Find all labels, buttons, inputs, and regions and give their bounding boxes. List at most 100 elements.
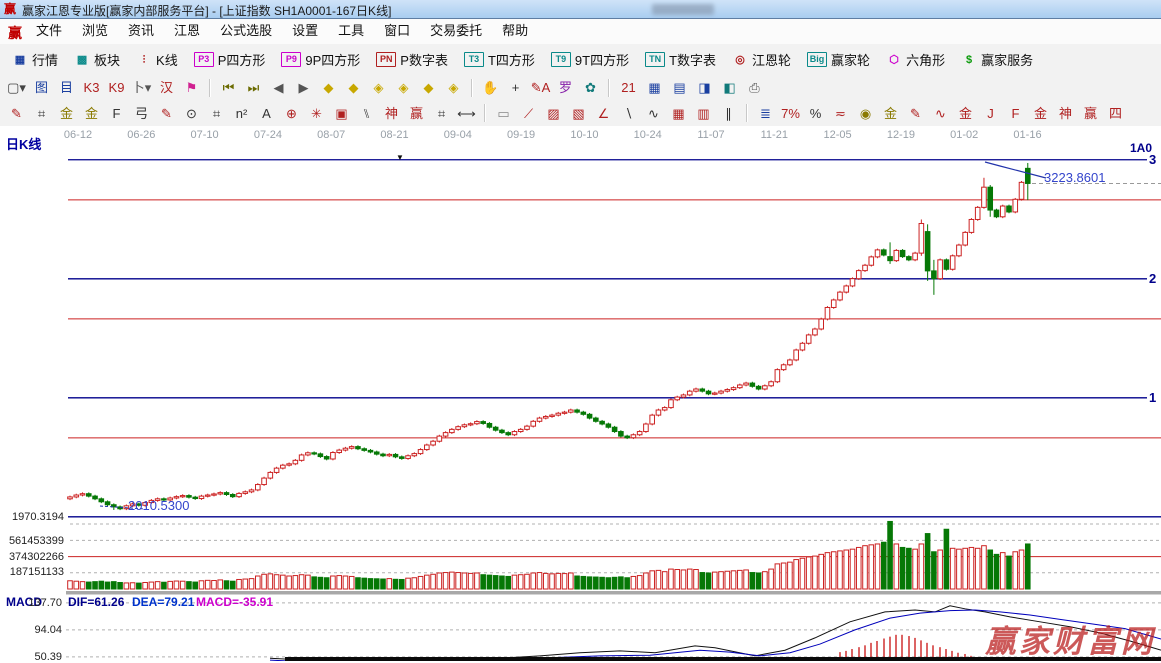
- tool-f-grid-icon[interactable]: F: [105, 103, 128, 124]
- gann-diamond-left-icon[interactable]: ◆: [317, 77, 340, 98]
- menu-item-设置[interactable]: 设置: [282, 19, 328, 43]
- next-page-icon[interactable]: ▶: [292, 77, 315, 98]
- t-number-table-button[interactable]: TNT数字表: [637, 47, 724, 72]
- tool-shen-angle-icon[interactable]: 神: [1054, 103, 1077, 124]
- prev-page-icon[interactable]: ◀: [267, 77, 290, 98]
- tool-gold-circle-icon[interactable]: ◉: [854, 103, 877, 124]
- tool-123-grid-icon[interactable]: ⌗: [430, 103, 453, 124]
- tool-text-icon[interactable]: A: [255, 103, 278, 124]
- tool-grid-icon[interactable]: ⌗: [30, 103, 53, 124]
- menu-item-江恩[interactable]: 江恩: [164, 19, 210, 43]
- tool-ying-grid-icon[interactable]: 赢: [405, 103, 428, 124]
- tool-gridbox2-icon[interactable]: ▥: [692, 103, 715, 124]
- kline-3-icon[interactable]: K3: [80, 77, 103, 98]
- calendar-icon[interactable]: 21: [616, 77, 641, 98]
- calculator-icon[interactable]: ▦: [643, 77, 666, 98]
- tool-gold-line-icon[interactable]: 金: [879, 103, 902, 124]
- tool-j-angle-icon[interactable]: J: [979, 103, 1002, 124]
- tool-pencil-ruler-icon[interactable]: ✎: [155, 103, 178, 124]
- volume-bar: [362, 578, 367, 589]
- gann-diamond-plus-icon[interactable]: ◆: [417, 77, 440, 98]
- tool-spiral-icon[interactable]: 弓: [130, 103, 153, 124]
- tool-gold-grid2-icon[interactable]: 金: [80, 103, 103, 124]
- gann-diamond-horizontal-icon[interactable]: ◈: [367, 77, 390, 98]
- kline-9-icon[interactable]: K9: [105, 77, 128, 98]
- tool-fan-box-icon[interactable]: ▨: [542, 103, 565, 124]
- hexagon-button[interactable]: ⬡六角形: [878, 47, 953, 72]
- kline-button[interactable]: ⫶K线: [128, 47, 186, 72]
- tool-circle-cross-icon[interactable]: ⊕: [280, 103, 303, 124]
- tool-rect-icon[interactable]: ▭: [492, 103, 515, 124]
- tool-gold-angle2-icon[interactable]: 金: [1029, 103, 1052, 124]
- menu-item-工具[interactable]: 工具: [328, 19, 374, 43]
- print-icon[interactable]: ⎙: [743, 77, 766, 98]
- tool-line-icon[interactable]: ∖: [617, 103, 640, 124]
- p-square-button[interactable]: P3P四方形: [186, 47, 274, 72]
- p-number-table-button[interactable]: PNP数字表: [368, 47, 456, 72]
- graph-panel-icon[interactable]: 图: [30, 77, 53, 98]
- first-page-icon[interactable]: ⏮: [217, 77, 240, 98]
- smart-analysis-icon[interactable]: ✿: [579, 77, 602, 98]
- tool-hspan-icon[interactable]: ⟷: [455, 103, 478, 124]
- menu-item-浏览[interactable]: 浏览: [72, 19, 118, 43]
- tool-7pct-icon[interactable]: 7%: [779, 103, 802, 124]
- layout-dropdown-icon[interactable]: ▢▾: [5, 77, 28, 98]
- tool-wave-icon[interactable]: ∿: [929, 103, 952, 124]
- tool-four-angle-icon[interactable]: 四: [1104, 103, 1127, 124]
- tool-ruler-icon[interactable]: ⌗: [205, 103, 228, 124]
- tool-n2-grid-icon[interactable]: n²: [230, 103, 253, 124]
- gann-wheel-button[interactable]: ◎江恩轮: [724, 47, 799, 72]
- pointer-text-icon[interactable]: ✎A: [529, 77, 552, 98]
- save-icon[interactable]: ◨: [693, 77, 716, 98]
- menu-item-交易委托[interactable]: 交易委托: [420, 19, 492, 43]
- kline-chart-canvas[interactable]: [0, 126, 1161, 661]
- color-chart-icon[interactable]: ⚑: [180, 77, 203, 98]
- menu-item-帮助[interactable]: 帮助: [492, 19, 538, 43]
- menu-item-公式选股[interactable]: 公式选股: [210, 19, 282, 43]
- quotes-button[interactable]: ▦行情: [4, 47, 66, 72]
- winner-wheel-button[interactable]: Big赢家轮: [799, 47, 878, 72]
- tool-fan-icon[interactable]: ⟋: [517, 103, 540, 124]
- tool-quote-icon[interactable]: ⑊: [355, 103, 378, 124]
- tool-angle-icon[interactable]: ∠: [592, 103, 615, 124]
- tool-gann-circle-icon[interactable]: ⊙: [180, 103, 203, 124]
- sectors-button[interactable]: ▩板块: [66, 47, 128, 72]
- candle-style-dropdown-icon[interactable]: 卜▾: [130, 77, 153, 98]
- tool-gold-angle-icon[interactable]: 金: [954, 103, 977, 124]
- menu-item-资讯[interactable]: 资讯: [118, 19, 164, 43]
- compass-tool-icon[interactable]: 罗: [554, 77, 577, 98]
- tool-column-icon[interactable]: ≣: [754, 103, 777, 124]
- tool-star-circle-icon[interactable]: ✳: [305, 103, 328, 124]
- tool-pencil-candle-icon[interactable]: ✎: [904, 103, 927, 124]
- volume-bar: [569, 573, 574, 589]
- winner-service-button[interactable]: $赢家服务: [953, 47, 1041, 72]
- notebook-icon[interactable]: ▤: [668, 77, 691, 98]
- tool-parallel-icon[interactable]: ∥: [717, 103, 740, 124]
- tool-gridbox-icon[interactable]: ▦: [667, 103, 690, 124]
- gann-diamond-right-icon[interactable]: ◆: [342, 77, 365, 98]
- gann-diamond-star-icon[interactable]: ◈: [442, 77, 465, 98]
- chart-area[interactable]: 日K线 06-1206-2607-1007-2408-0708-2109-040…: [0, 126, 1161, 661]
- ninet-square-button[interactable]: T99T四方形: [543, 47, 637, 72]
- tool-gold-grid-icon[interactable]: 金: [55, 103, 78, 124]
- tool-fan-box2-icon[interactable]: ▧: [567, 103, 590, 124]
- tool-shen-grid-icon[interactable]: 神: [380, 103, 403, 124]
- save-web-icon[interactable]: ◧: [718, 77, 741, 98]
- tool-pencil-icon[interactable]: ✎: [5, 103, 28, 124]
- tool-pct-lines-icon[interactable]: ≂: [829, 103, 852, 124]
- info-doc-icon[interactable]: 目: [55, 77, 78, 98]
- crosshair-icon[interactable]: +: [504, 77, 527, 98]
- ninep-square-button[interactable]: P99P四方形: [273, 47, 368, 72]
- hanzi-tool-icon[interactable]: 汉: [155, 77, 178, 98]
- menu-item-窗口[interactable]: 窗口: [374, 19, 420, 43]
- tool-ying-angle-icon[interactable]: 赢: [1079, 103, 1102, 124]
- gann-diamond-cross-icon[interactable]: ◈: [392, 77, 415, 98]
- tool-square-circle-icon[interactable]: ▣: [330, 103, 353, 124]
- tool-zigzag-icon[interactable]: ∿: [642, 103, 665, 124]
- tool-f-angle-icon[interactable]: F: [1004, 103, 1027, 124]
- last-page-icon[interactable]: ⏭: [242, 77, 265, 98]
- t-square-button[interactable]: T3T四方形: [456, 47, 543, 72]
- menu-item-文件[interactable]: 文件: [26, 19, 72, 43]
- hand-drag-icon[interactable]: ✋: [479, 77, 502, 98]
- tool-pct-icon[interactable]: %: [804, 103, 827, 124]
